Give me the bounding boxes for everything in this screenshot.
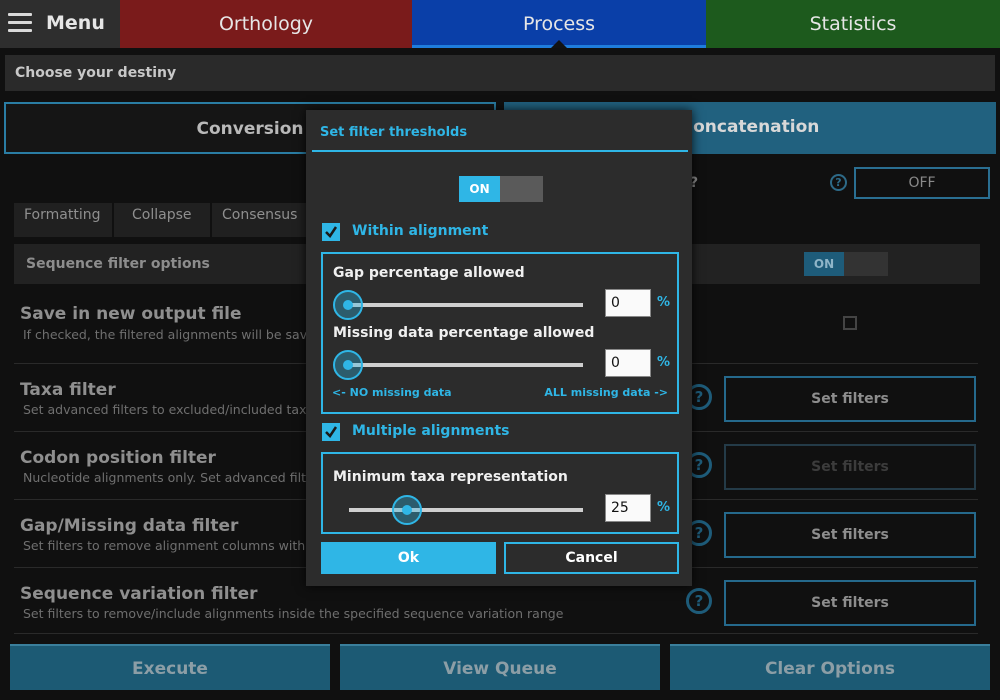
gap-percentage-label: Gap percentage allowed [333, 265, 525, 281]
cancel-button[interactable]: Cancel [504, 542, 679, 574]
min-taxa-input[interactable]: 25 [605, 494, 651, 522]
gap-unit: % [657, 295, 671, 310]
multiple-alignments-checkbox[interactable] [322, 423, 340, 441]
taxa-set-filters-button[interactable]: Set filters [724, 376, 976, 422]
execute-button[interactable]: Execute [10, 644, 330, 690]
row-title: Gap/Missing data filter [20, 516, 239, 536]
all-missing-hint: ALL missing data -> [544, 386, 668, 399]
missing-slider-track[interactable] [349, 363, 583, 367]
tab-orthology[interactable]: Orthology [120, 0, 412, 48]
view-queue-button[interactable]: View Queue [340, 644, 660, 690]
row-description: Set filters to remove/include alignments… [23, 606, 564, 621]
within-alignment-box: Gap percentage allowed 0 % Missing data … [321, 252, 679, 414]
within-alignment-checkbox[interactable] [322, 223, 340, 241]
gap-set-filters-button[interactable]: Set filters [724, 512, 976, 558]
off-toggle-button[interactable]: OFF [854, 167, 990, 199]
option-row-faint: ? ? OFF [690, 167, 990, 199]
row-description: Set filters to remove alignment columns … [23, 538, 339, 553]
dialog-title-divider [312, 150, 688, 152]
within-alignment-label: Within alignment [352, 223, 489, 239]
missing-data-label: Missing data percentage allowed [333, 325, 595, 341]
min-taxa-unit: % [657, 500, 671, 515]
filter-enable-toggle[interactable]: ON [459, 176, 543, 202]
save-output-checkbox[interactable] [843, 316, 857, 330]
gap-slider-track[interactable] [349, 303, 583, 307]
menu-label: Menu [46, 12, 105, 34]
row-description: Nucleotide alignments only. Set advanced… [23, 470, 342, 485]
row-title: Sequence variation filter [20, 584, 258, 604]
row-description: Set advanced filters to excluded/include… [23, 402, 315, 417]
app-root: Menu Orthology Process Statistics Choose… [0, 0, 1000, 700]
codon-set-filters-button[interactable]: Set filters [724, 444, 976, 490]
menu-button[interactable]: Menu [0, 0, 120, 48]
gap-slider-thumb[interactable] [333, 290, 363, 320]
sequence-filter-options-label: Sequence filter options [26, 256, 210, 272]
checkmark-icon [325, 226, 338, 238]
tab-process-label: Process [522, 13, 596, 35]
toggle-on-label: ON [459, 176, 500, 202]
filter-thresholds-dialog: Set filter thresholds ON Within alignmen… [306, 110, 692, 586]
no-missing-hint: <- NO missing data [332, 386, 452, 399]
row-title: Taxa filter [20, 380, 116, 400]
min-taxa-slider-track[interactable] [349, 508, 583, 512]
multiple-alignments-box: Minimum taxa representation 25 % [321, 452, 679, 534]
toggle-knob [500, 176, 543, 202]
min-taxa-slider-thumb[interactable] [392, 495, 422, 525]
breadcrumb: Choose your destiny [5, 55, 995, 91]
subtab-consensus[interactable]: Consensus [212, 203, 308, 237]
subtab-collapse[interactable]: Collapse [114, 203, 210, 237]
clear-options-button[interactable]: Clear Options [670, 644, 990, 690]
gap-percentage-input[interactable]: 0 [605, 289, 651, 317]
multiple-alignments-label: Multiple alignments [352, 423, 510, 439]
ok-button[interactable]: Ok [321, 542, 496, 574]
row-description: If checked, the filtered alignments will… [23, 327, 339, 342]
row-title: Save in new output file [20, 304, 242, 324]
help-icon[interactable]: ? [830, 174, 847, 191]
subtab-formatting[interactable]: Formatting [14, 203, 112, 237]
min-taxa-label: Minimum taxa representation [333, 469, 568, 485]
active-tab-indicator [551, 40, 567, 48]
hamburger-icon [8, 13, 32, 33]
help-icon[interactable]: ? [686, 588, 712, 614]
checkmark-icon [325, 426, 338, 438]
tab-statistics[interactable]: Statistics [706, 0, 1000, 48]
variation-set-filters-button[interactable]: Set filters [724, 580, 976, 626]
sequence-filter-toggle[interactable]: ON [804, 252, 888, 276]
missing-percentage-input[interactable]: 0 [605, 349, 651, 377]
tab-process[interactable]: Process [412, 0, 706, 48]
dialog-title: Set filter thresholds [320, 125, 468, 140]
missing-slider-thumb[interactable] [333, 350, 363, 380]
missing-unit: % [657, 355, 671, 370]
row-title: Codon position filter [20, 448, 216, 468]
top-nav: Menu Orthology Process Statistics [0, 0, 1000, 48]
toggle-on-label: ON [804, 252, 844, 276]
